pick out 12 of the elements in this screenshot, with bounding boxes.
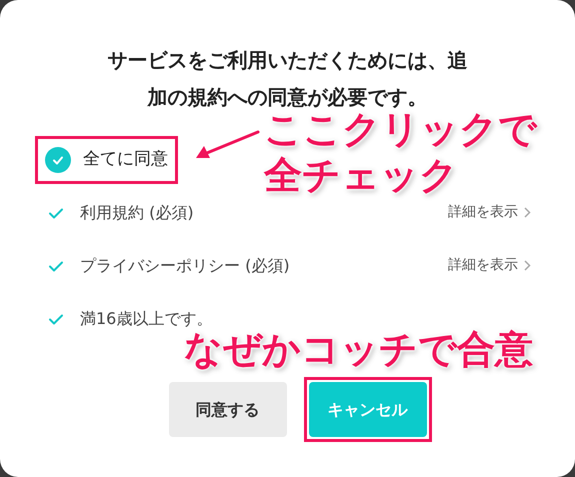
annotation-text: なぜかコッチで合意 bbox=[184, 327, 533, 372]
terms-item-label: プライバシーポリシー (必須) bbox=[80, 254, 290, 276]
chevron-right-icon bbox=[524, 260, 531, 271]
agree-all-checkbox[interactable]: 全てに同意 bbox=[45, 147, 168, 173]
details-link[interactable]: 詳細を表示 bbox=[448, 202, 531, 223]
terms-item-label: 利用規約 (必須) bbox=[80, 202, 194, 224]
details-link[interactable]: 詳細を表示 bbox=[448, 255, 531, 276]
arrow-icon bbox=[194, 130, 260, 160]
terms-item-label: 満16歳以上です。 bbox=[80, 308, 212, 330]
annotation-text: 全チェック bbox=[264, 152, 459, 198]
agree-button[interactable]: 同意する bbox=[168, 382, 286, 437]
chevron-right-icon bbox=[524, 207, 531, 218]
